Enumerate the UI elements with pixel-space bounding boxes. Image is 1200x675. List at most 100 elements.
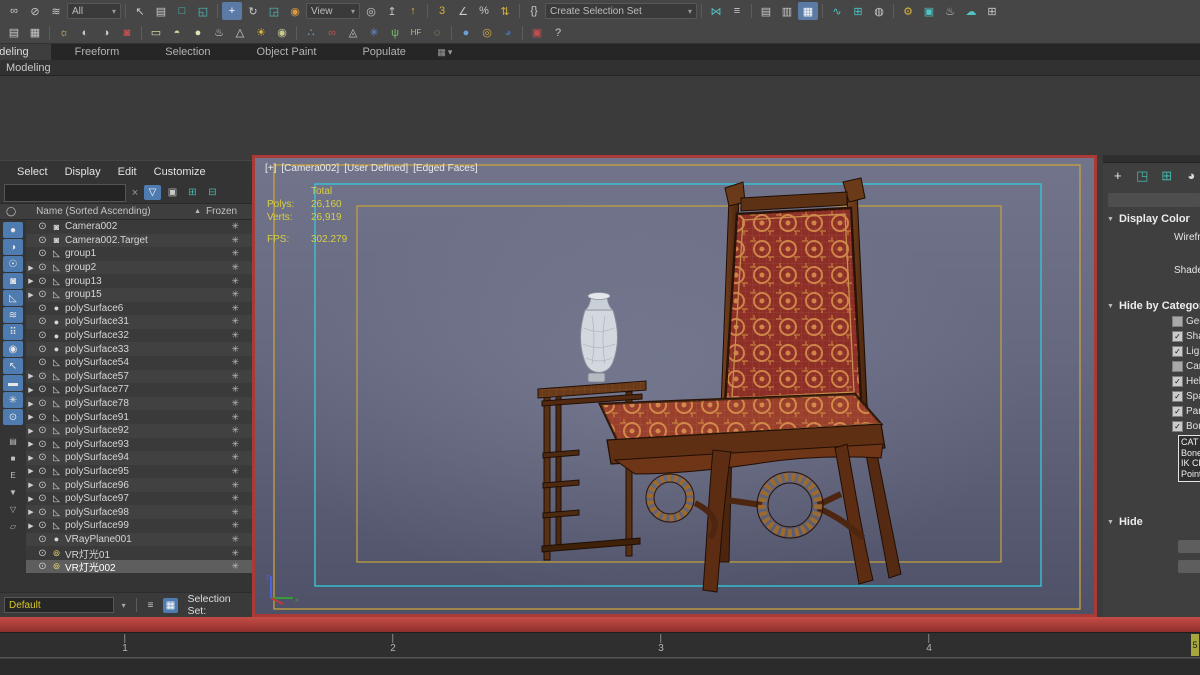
frame-tick[interactable]: 2 bbox=[390, 634, 396, 654]
blue-sphere-icon[interactable]: ● bbox=[456, 24, 476, 42]
frozen-icon[interactable]: ✳ bbox=[231, 452, 248, 463]
percent-snap-icon[interactable]: % bbox=[474, 2, 494, 20]
display-geometry-icon[interactable]: ◑ bbox=[3, 239, 23, 255]
display-none-icon[interactable]: ● bbox=[3, 222, 23, 238]
visibility-eye-icon[interactable]: ⊙ bbox=[36, 357, 49, 368]
named-selection-sets-dropdown[interactable]: Create Selection Set ▾ bbox=[545, 3, 697, 19]
display-space-warps-icon[interactable]: ≋ bbox=[3, 307, 23, 323]
tab-freeform[interactable]: Freeform bbox=[53, 44, 142, 60]
list-item[interactable]: ⊙ ◙ Camera002.Target ✳ bbox=[26, 233, 252, 248]
align-icon[interactable]: ≡ bbox=[727, 2, 747, 20]
list-item[interactable]: ▶ ⊙ ◺ polySurface93 ✳ bbox=[26, 437, 252, 452]
checkbox-icon[interactable] bbox=[1172, 361, 1183, 372]
unlink-selection-icon[interactable]: ⊘ bbox=[25, 2, 45, 20]
frozen-icon[interactable]: ✳ bbox=[231, 561, 248, 572]
display-color-rollout[interactable]: ▼ Display Color bbox=[1107, 213, 1190, 225]
visibility-eye-icon[interactable]: ⊙ bbox=[36, 493, 49, 504]
frozen-icon[interactable]: ✳ bbox=[231, 425, 248, 436]
ribbon-panel-label[interactable]: Modeling bbox=[6, 62, 51, 74]
viewport-shading-menu[interactable]: [User Defined] bbox=[344, 163, 408, 174]
ribbon-overflow-button[interactable]: ▦ ▾ bbox=[430, 44, 460, 60]
select-and-place-icon[interactable]: ◉ bbox=[285, 2, 305, 20]
visibility-eye-icon[interactable]: ⊙ bbox=[36, 221, 49, 232]
expand-arrow-icon[interactable]: ▶ bbox=[26, 495, 36, 503]
preset-dropdown-arrow-icon[interactable]: ▾ bbox=[118, 601, 130, 610]
preset-dropdown[interactable]: Default bbox=[4, 597, 114, 613]
schematic-view-icon[interactable]: ⊞ bbox=[848, 2, 868, 20]
dome-primitive-icon[interactable]: ◓ bbox=[167, 24, 187, 42]
rectangular-selection-icon[interactable]: □ bbox=[172, 2, 192, 20]
hide-category-listbox[interactable]: CAT BBoneIK ChPoint bbox=[1178, 435, 1200, 482]
frozen-icon[interactable]: ✳ bbox=[231, 398, 248, 409]
select-and-move-icon[interactable]: + bbox=[222, 2, 242, 20]
sync-selection-icon[interactable]: ■ bbox=[3, 450, 23, 466]
hide-category-row[interactable]: ✓Spa bbox=[1172, 391, 1200, 402]
column-frozen[interactable]: Frozen bbox=[206, 206, 246, 217]
frozen-icon[interactable]: ✳ bbox=[231, 289, 248, 300]
visibility-eye-icon[interactable]: ⊙ bbox=[36, 548, 49, 559]
list-item[interactable]: ⊙ ● polySurface31 ✳ bbox=[26, 315, 252, 329]
display-lights-icon[interactable]: ☉ bbox=[3, 256, 23, 272]
frozen-icon[interactable]: ✳ bbox=[231, 235, 248, 246]
list-item[interactable]: ▶ ⊙ ◺ polySurface77 ✳ bbox=[26, 383, 252, 397]
flower-icon[interactable]: ✳ bbox=[364, 24, 384, 42]
visibility-eye-icon[interactable]: ⊙ bbox=[36, 412, 49, 423]
display-particle-systems-icon[interactable]: ⠿ bbox=[3, 324, 23, 340]
list-item[interactable]: ⊙ ⊚ VR灯光002 ✳ bbox=[26, 559, 252, 574]
track-bar[interactable]: 1 2 3 4 5 bbox=[0, 632, 1200, 658]
visibility-eye-icon[interactable]: ⊙ bbox=[36, 344, 49, 355]
lattice-icon[interactable]: ◬ bbox=[343, 24, 363, 42]
checkbox-icon[interactable]: ✓ bbox=[1172, 406, 1183, 417]
checkbox-icon[interactable] bbox=[1172, 316, 1183, 327]
sphere-primitive-icon[interactable]: ● bbox=[188, 24, 208, 42]
listbox-item[interactable]: Bone bbox=[1181, 448, 1200, 459]
expand-arrow-icon[interactable]: ▶ bbox=[26, 467, 36, 475]
show-hidden-icon[interactable]: ⊙ bbox=[3, 409, 23, 425]
select-and-manipulate-icon[interactable]: ↥ bbox=[382, 2, 402, 20]
hide-category-row[interactable]: ✓Part bbox=[1172, 406, 1200, 417]
light-lister-icon[interactable]: ☼ bbox=[54, 24, 74, 42]
frozen-icon[interactable]: ✳ bbox=[231, 480, 248, 491]
list-item[interactable]: ▶ ⊙ ◺ polySurface97 ✳ bbox=[26, 491, 252, 506]
visibility-eye-icon[interactable]: ⊙ bbox=[36, 235, 49, 246]
viewport-camera-menu[interactable]: [Camera002] bbox=[281, 163, 339, 174]
checkbox-icon[interactable]: ✓ bbox=[1172, 331, 1183, 342]
frozen-icon[interactable]: ✳ bbox=[231, 548, 248, 559]
lock-cell-editing-icon[interactable]: ▤ bbox=[3, 433, 23, 449]
edit-columns-icon[interactable]: E bbox=[3, 467, 23, 483]
toggle-layer-explorer-icon[interactable]: ▥ bbox=[777, 2, 797, 20]
create-tab[interactable]: + bbox=[1109, 167, 1127, 184]
hide-category-row[interactable]: ✓Ligh bbox=[1172, 346, 1200, 357]
stack-icon[interactable]: ≡ bbox=[143, 598, 159, 613]
list-item[interactable]: ▶ ⊙ ◺ polySurface57 ✳ bbox=[26, 369, 252, 384]
tab-object-paint[interactable]: Object Paint bbox=[235, 44, 339, 60]
keyboard-override-icon[interactable]: ↑ bbox=[403, 2, 423, 20]
collapse-all-icon[interactable]: ⊟ bbox=[204, 185, 221, 200]
menu-display[interactable]: Display bbox=[65, 166, 101, 178]
list-item[interactable]: ⊙ ⊚ VR灯光01 ✳ bbox=[26, 546, 252, 561]
hf-terrain-icon[interactable]: HF bbox=[406, 24, 426, 42]
help-icon[interactable]: ? bbox=[548, 24, 568, 42]
select-children-icon[interactable]: ↖ bbox=[3, 358, 23, 374]
column-name[interactable]: Name (Sorted Ascending) bbox=[36, 206, 151, 217]
menu-edit[interactable]: Edit bbox=[118, 166, 137, 178]
hide-category-row[interactable]: ✓Bon bbox=[1172, 421, 1200, 432]
hierarchy-tab[interactable]: ⊞ bbox=[1158, 167, 1176, 184]
toggle-scene-explorer-icon[interactable]: ▤ bbox=[756, 2, 776, 20]
visibility-eye-icon[interactable]: ⊙ bbox=[36, 316, 49, 327]
hide-button-2[interactable] bbox=[1178, 560, 1200, 573]
selection-filter-dropdown[interactable]: All ▾ bbox=[67, 3, 121, 19]
menu-customize[interactable]: Customize bbox=[154, 166, 206, 178]
hide-category-row[interactable]: Geo bbox=[1172, 316, 1200, 327]
render-presets-icon[interactable]: ⊞ bbox=[982, 2, 1002, 20]
motion-tab[interactable]: ◕ bbox=[1183, 167, 1200, 184]
viewport[interactable]: z x [+] [Camera002] [User Defined] [Edge… bbox=[252, 155, 1097, 617]
frozen-icon[interactable]: ✳ bbox=[231, 371, 248, 382]
layer-explorer-icon[interactable]: ▦ bbox=[25, 24, 45, 42]
expand-arrow-icon[interactable]: ▶ bbox=[26, 481, 36, 489]
visibility-eye-icon[interactable]: ⊙ bbox=[36, 276, 49, 287]
checkbox-icon[interactable]: ✓ bbox=[1172, 346, 1183, 357]
display-bones-icon[interactable]: ◉ bbox=[3, 341, 23, 357]
frozen-icon[interactable]: ✳ bbox=[231, 248, 248, 259]
listbox-item[interactable]: Point bbox=[1181, 469, 1200, 480]
